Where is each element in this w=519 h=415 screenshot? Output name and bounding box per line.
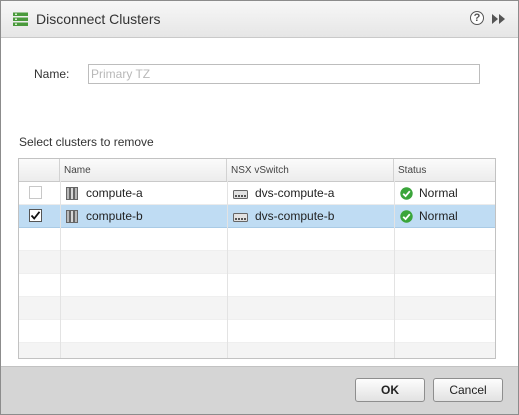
checkmark-icon [30,211,41,220]
double-chevron-right-icon[interactable] [491,13,507,25]
empty-row [19,251,495,274]
cancel-button[interactable]: Cancel [433,378,503,402]
section-title: Select clusters to remove [19,135,154,149]
clusters-table: Name NSX vSwitch Status compute-a dvs-co… [18,158,496,359]
vswitch-name: dvs-compute-b [255,209,335,223]
cluster-name: compute-b [86,209,143,223]
empty-row [19,343,495,358]
disconnect-clusters-dialog: Disconnect Clusters ? Name: Select clust… [0,0,519,415]
column-divider [394,181,395,358]
column-header-select[interactable] [19,159,60,181]
column-header-status[interactable]: Status [394,159,495,181]
empty-row [19,228,495,251]
dialog-title: Disconnect Clusters [36,11,161,27]
help-icon[interactable]: ? [470,11,484,25]
cluster-list-icon [13,12,28,26]
row-checkbox[interactable] [29,186,42,199]
status-text: Normal [419,209,458,223]
name-label: Name: [34,67,70,81]
column-divider [60,181,61,358]
vswitch-icon [233,213,248,222]
vswitch-icon [233,190,248,199]
dialog-titlebar: Disconnect Clusters ? [1,1,518,38]
cluster-icon [66,210,78,223]
empty-row [19,297,495,320]
cluster-icon [66,187,78,200]
table-header: Name NSX vSwitch Status [19,159,495,182]
empty-row [19,320,495,343]
cluster-name: compute-a [86,186,143,200]
column-divider [227,181,228,358]
column-header-nsx-vswitch[interactable]: NSX vSwitch [227,159,394,181]
ok-button[interactable]: OK [355,378,425,402]
column-header-name[interactable]: Name [60,159,227,181]
check-circle-icon [400,187,413,200]
status-text: Normal [419,186,458,200]
table-row[interactable]: compute-a dvs-compute-a Normal [19,182,495,205]
table-row-selected[interactable]: compute-b dvs-compute-b Normal [19,205,495,228]
vswitch-name: dvs-compute-a [255,186,335,200]
name-input[interactable] [88,64,480,84]
check-circle-icon [400,210,413,223]
empty-row [19,274,495,297]
row-checkbox-checked[interactable] [29,209,42,222]
